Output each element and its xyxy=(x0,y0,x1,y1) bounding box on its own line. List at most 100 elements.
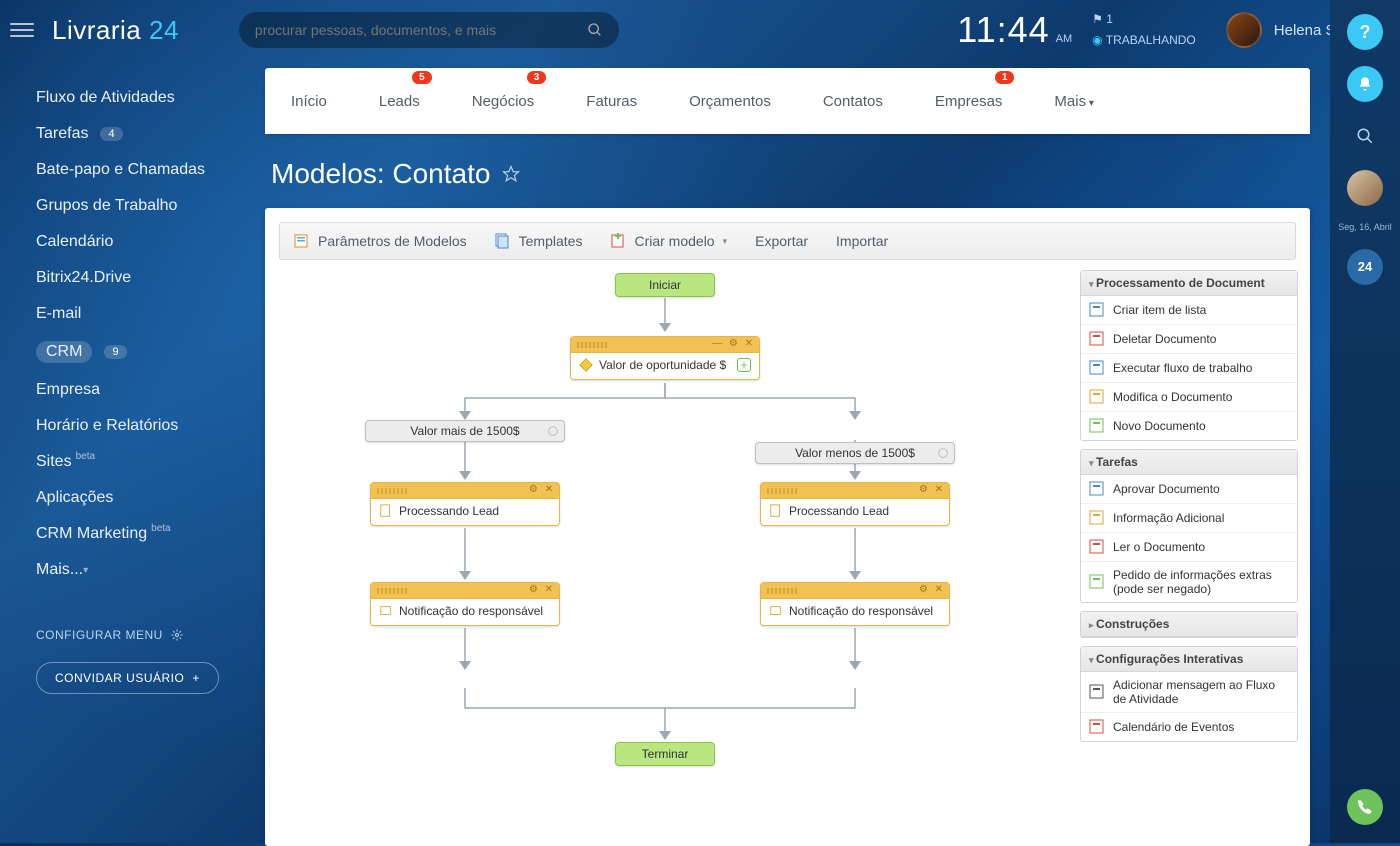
logo-name: Livraria xyxy=(52,15,141,45)
palette-item[interactable]: Deletar Documento xyxy=(1081,325,1297,354)
sidebar-item-5[interactable]: Bitrix24.Drive xyxy=(36,260,255,296)
process-right[interactable]: ⚙ ✕ Processando Lead xyxy=(760,482,950,526)
process-left[interactable]: ⚙ ✕ Processando Lead xyxy=(370,482,560,526)
export-button[interactable]: Exportar xyxy=(755,233,808,249)
gear-icon[interactable] xyxy=(936,446,950,460)
search-input[interactable] xyxy=(255,22,587,38)
decision-node[interactable]: — ⚙ ✕ Valor de oportunidade $+ xyxy=(570,336,760,380)
gear-icon[interactable] xyxy=(546,424,560,438)
tab-orçamentos[interactable]: Orçamentos xyxy=(683,85,777,118)
sidebar-item-10[interactable]: Sitesbeta xyxy=(36,444,255,480)
invite-user-button[interactable]: CONVIDAR USUÁRIO + xyxy=(36,662,219,694)
notify-right-label: Notificação do responsável xyxy=(789,604,933,618)
sidebar-item-1[interactable]: Tarefas4 xyxy=(36,116,255,152)
plus-icon: + xyxy=(192,671,200,685)
palette-item[interactable]: Informação Adicional xyxy=(1081,504,1297,533)
beta-tag: beta xyxy=(151,523,170,534)
palette-group-header[interactable]: Tarefas xyxy=(1081,450,1297,475)
tab-badge: 3 xyxy=(527,71,547,84)
phone-icon xyxy=(1357,799,1373,815)
palette-item[interactable]: Calendário de Eventos xyxy=(1081,713,1297,741)
phone-button[interactable] xyxy=(1347,789,1383,825)
palette-item[interactable]: Adicionar mensagem ao Fluxo de Atividade xyxy=(1081,672,1297,713)
palette-item[interactable]: Criar item de lista xyxy=(1081,296,1297,325)
sidebar-item-9[interactable]: Horário e Relatórios xyxy=(36,408,255,444)
sidebar-item-0[interactable]: Fluxo de Atividades xyxy=(36,80,255,116)
rail-avatar[interactable] xyxy=(1347,170,1383,206)
tab-label: Empresas xyxy=(935,93,1003,110)
tab-badge: 5 xyxy=(412,71,432,84)
palette-item[interactable]: Pedido de informações extras (pode ser n… xyxy=(1081,562,1297,602)
node-header: — ⚙ ✕ xyxy=(571,337,759,353)
clock-ampm: AM xyxy=(1056,33,1073,45)
clock-time: 11:44 xyxy=(957,9,1049,51)
tab-negócios[interactable]: Negócios3 xyxy=(466,85,541,118)
tab-início[interactable]: Início xyxy=(285,85,333,118)
palette-group-header[interactable]: Configurações Interativas xyxy=(1081,647,1297,672)
configure-menu[interactable]: CONFIGURAR MENU xyxy=(36,628,255,642)
node-controls[interactable]: ⚙ ✕ xyxy=(529,484,555,495)
tab-mais[interactable]: Mais xyxy=(1048,85,1099,118)
end-node[interactable]: Terminar xyxy=(615,742,715,766)
palette-item[interactable]: Novo Documento xyxy=(1081,412,1297,440)
node-controls[interactable]: ⚙ ✕ xyxy=(919,484,945,495)
logo[interactable]: Livraria 24 xyxy=(52,15,179,46)
palette-group-interactive: Configurações Interativas Adicionar mens… xyxy=(1080,646,1298,742)
tab-faturas[interactable]: Faturas xyxy=(580,85,643,118)
palette-item-label: Informação Adicional xyxy=(1113,511,1224,525)
rail-search-button[interactable] xyxy=(1347,118,1383,154)
node-header: ⚙ ✕ xyxy=(761,583,949,599)
sidebar-item-7[interactable]: CRM9 xyxy=(36,332,255,372)
branch-right[interactable]: Valor menos de 1500$ xyxy=(755,442,955,464)
work-status[interactable]: ⚑ 1 TRABALHANDO xyxy=(1092,10,1196,50)
help-button[interactable]: ? xyxy=(1347,14,1383,50)
top-header: Livraria 24 11:44 AM ⚑ 1 TRABALHANDO Hel… xyxy=(0,0,1400,60)
sidebar-item-13[interactable]: Mais... xyxy=(36,552,255,588)
search-icon xyxy=(1356,127,1374,145)
start-node[interactable]: Iniciar xyxy=(615,273,715,297)
templates-button[interactable]: Templates xyxy=(495,233,583,249)
create-model-label: Criar modelo xyxy=(634,233,714,249)
node-controls[interactable]: ⚙ ✕ xyxy=(919,584,945,595)
tab-empresas[interactable]: Empresas1 xyxy=(929,85,1009,118)
palette-item-label: Ler o Documento xyxy=(1113,540,1205,554)
palette-item[interactable]: Modifica o Documento xyxy=(1081,383,1297,412)
add-branch-icon[interactable]: + xyxy=(737,358,751,372)
sidebar-item-4[interactable]: Calendário xyxy=(36,224,255,260)
sidebar-item-8[interactable]: Empresa xyxy=(36,372,255,408)
search-box[interactable] xyxy=(239,12,619,48)
sidebar-item-2[interactable]: Bate-papo e Chamadas xyxy=(36,152,255,188)
palette-item[interactable]: Ler o Documento xyxy=(1081,533,1297,562)
palette-item[interactable]: Executar fluxo de trabalho xyxy=(1081,354,1297,383)
sidebar-item-12[interactable]: CRM Marketing beta xyxy=(36,516,255,552)
star-icon[interactable] xyxy=(502,165,520,183)
avatar[interactable] xyxy=(1226,12,1262,48)
menu-icon[interactable] xyxy=(10,18,34,42)
branch-left-label: Valor mais de 1500$ xyxy=(410,424,519,438)
node-controls[interactable]: — ⚙ ✕ xyxy=(712,338,755,349)
sidebar-item-label: Tarefas xyxy=(36,125,88,143)
notify-right[interactable]: ⚙ ✕ Notificação do responsável xyxy=(760,582,950,626)
palette-group-header[interactable]: Construções xyxy=(1081,612,1297,637)
palette-item[interactable]: Aprovar Documento xyxy=(1081,475,1297,504)
sidebar-item-label: CRM Marketing xyxy=(36,525,147,543)
notifications-button[interactable] xyxy=(1347,66,1383,102)
logo-suffix: 24 xyxy=(149,15,179,45)
branch-left[interactable]: Valor mais de 1500$ xyxy=(365,420,565,442)
brand-button[interactable]: 24 xyxy=(1347,249,1383,285)
palette-group-header[interactable]: Processamento de Document xyxy=(1081,271,1297,296)
model-params-button[interactable]: Parâmetros de Modelos xyxy=(294,233,467,249)
tab-leads[interactable]: Leads5 xyxy=(373,85,426,118)
node-controls[interactable]: ⚙ ✕ xyxy=(529,584,555,595)
palette-item-label: Modifica o Documento xyxy=(1113,390,1232,404)
import-button[interactable]: Importar xyxy=(836,233,888,249)
export-label: Exportar xyxy=(755,233,808,249)
palette-group-document: Processamento de Document Criar item de … xyxy=(1080,270,1298,441)
sidebar-item-3[interactable]: Grupos de Trabalho xyxy=(36,188,255,224)
sidebar-item-6[interactable]: E-mail xyxy=(36,296,255,332)
notify-left[interactable]: ⚙ ✕ Notificação do responsável xyxy=(370,582,560,626)
create-model-button[interactable]: Criar modelo xyxy=(610,233,727,249)
tab-contatos[interactable]: Contatos xyxy=(817,85,889,118)
page-title: Modelos: Contato xyxy=(271,158,1310,190)
sidebar-item-11[interactable]: Aplicações xyxy=(36,480,255,516)
